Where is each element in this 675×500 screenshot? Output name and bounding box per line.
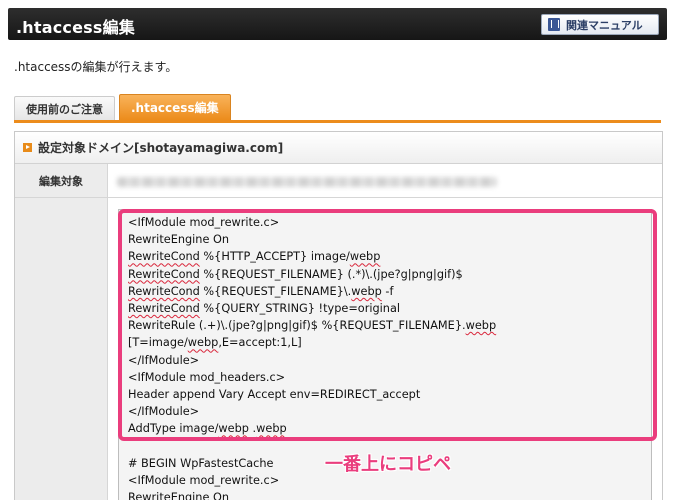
book-icon	[548, 18, 560, 31]
code-line: </IfModule>	[128, 405, 200, 419]
title-bar: .htaccess編集 関連マニュアル	[8, 8, 667, 40]
code-line: RewriteRule (.+)\.(jpe?g|png|gif)$ %{REQ…	[128, 319, 497, 350]
edit-target-label: 編集対象	[15, 164, 108, 197]
tab-underline	[14, 120, 661, 123]
code-line: RewriteCond %{QUERY_STRING} !type=origin…	[128, 301, 401, 315]
tab-htaccess-edit[interactable]: .htaccess編集	[119, 94, 231, 120]
target-domain-heading: 設定対象ドメイン[shotayamagiwa.com]	[38, 141, 284, 155]
page-title: .htaccess編集	[16, 18, 135, 37]
related-manual-label: 関連マニュアル	[566, 18, 643, 32]
code-line: AddType image/webp .webp	[128, 422, 287, 436]
annotation-label: 一番上にコピペ	[325, 454, 451, 475]
page-description: .htaccessの編集が行えます。	[14, 60, 178, 74]
tab-precautions[interactable]: 使用前のご注意	[14, 96, 115, 120]
code-line: RewriteEngine On	[128, 233, 230, 247]
code-line: Header append Vary Accept env=REDIRECT_a…	[128, 387, 421, 401]
code-line: </IfModule>	[128, 353, 200, 367]
code-line: RewriteCond %{REQUEST_FILENAME} (.*)\.(j…	[128, 267, 463, 281]
related-manual-button[interactable]: 関連マニュアル	[541, 14, 659, 35]
code-line: RewriteEngine On	[128, 491, 230, 500]
settings-panel: 設定対象ドメイン[shotayamagiwa.com] 編集対象 <IfModu…	[14, 131, 663, 500]
edit-target-row: 編集対象	[15, 164, 662, 198]
code-line: RewriteCond %{HTTP_ACCEPT} image/webp	[128, 250, 381, 264]
panel-header: 設定対象ドメイン[shotayamagiwa.com]	[15, 132, 662, 164]
tab-bar: 使用前のご注意 .htaccess編集	[14, 94, 231, 120]
code-line: RewriteCond %{REQUEST_FILENAME}\.webp -f	[128, 284, 394, 298]
arrow-square-icon	[23, 143, 32, 152]
code-line: <IfModule mod_headers.c>	[128, 370, 286, 384]
edit-target-path-redacted	[117, 177, 497, 187]
editor-label-cell	[15, 198, 108, 500]
code-line: <IfModule mod_rewrite.c>	[128, 216, 280, 229]
